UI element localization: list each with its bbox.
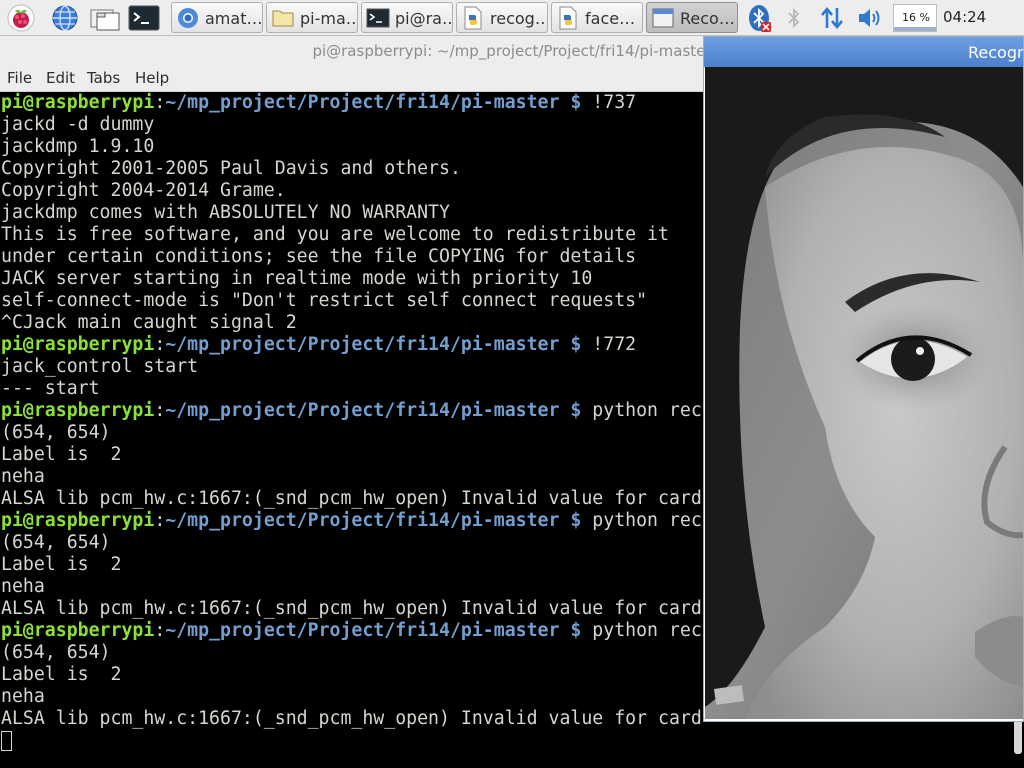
terminal-output-line: Label is 2	[1, 664, 122, 685]
python-file-icon	[464, 6, 482, 30]
folder-icon	[272, 10, 294, 27]
prompt-path: ~/mp_project/Project/fri14/pi-master $	[165, 620, 582, 641]
terminal-output-line: ALSA lib pcm_hw.c:1667:(_snd_pcm_hw_open…	[1, 598, 702, 619]
bluetooth-icon[interactable]	[746, 4, 772, 32]
chromium-icon	[178, 8, 198, 28]
task-label: pi-ma…	[300, 9, 358, 28]
menu-edit[interactable]: Edit	[46, 69, 75, 87]
terminal-prompt-line: pi@raspberrypi:~/mp_project/Project/fri1…	[1, 334, 811, 356]
terminal-output-line: Copyright 2004-2014 Grame.	[1, 180, 286, 201]
prompt-separator: :	[154, 620, 166, 641]
recognizer-window-title: Recognizing Face	[968, 43, 1023, 62]
terminal-output-line: Label is 2	[1, 444, 122, 465]
prompt-user: pi@raspberrypi	[1, 620, 155, 641]
recognizer-titlebar[interactable]: Recognizing Face	[704, 37, 1023, 67]
task-button-recognizer-window[interactable]: Reco…	[646, 2, 738, 33]
terminal-output-line: neha	[1, 576, 45, 597]
task-label: amat…	[205, 9, 263, 28]
task-label: recog…	[490, 9, 548, 28]
menu-file[interactable]: File	[7, 69, 32, 87]
terminal-output-line: (654, 654)	[1, 422, 111, 443]
terminal-output-line: neha	[1, 466, 45, 487]
web-browser-icon[interactable]	[50, 3, 80, 33]
prompt-separator: :	[154, 92, 166, 113]
terminal-output-line: This is free software, and you are welco…	[1, 224, 669, 245]
recognizer-window[interactable]: Recognizing Face	[703, 36, 1024, 722]
prompt-separator: :	[154, 334, 166, 355]
task-label: face…	[585, 9, 636, 28]
terminal-output-line: jackd -d dummy	[1, 114, 155, 135]
terminal-output-line: self-connect-mode is "Don't restrict sel…	[1, 290, 648, 311]
cpu-percent-label: 16 %	[902, 11, 930, 24]
python-file-icon	[559, 6, 577, 30]
terminal-output-line: under certain conditions; see the file C…	[1, 246, 637, 267]
clock[interactable]: 04:24	[943, 8, 986, 26]
volume-icon[interactable]	[856, 4, 886, 32]
prompt-separator: :	[154, 400, 166, 421]
terminal-output-line: ALSA lib pcm_hw.c:1667:(_snd_pcm_hw_open…	[1, 708, 702, 729]
prompt-user: pi@raspberrypi	[1, 92, 155, 113]
network-icon[interactable]	[818, 4, 846, 32]
terminal-input-line[interactable]	[1, 730, 811, 752]
terminal-prompt-line: pi@raspberrypi:~/mp_project/Project/fri1…	[1, 620, 811, 642]
prompt-user: pi@raspberrypi	[1, 400, 155, 421]
prompt-separator: :	[154, 510, 166, 531]
task-button-chromium[interactable]: amat…	[171, 2, 263, 33]
cpu-monitor[interactable]: 16 %	[893, 4, 937, 32]
bluetooth-status-icon[interactable]	[783, 4, 805, 32]
terminal-prompt-line: pi@raspberrypi:~/mp_project/Project/fri1…	[1, 400, 811, 422]
terminal-output-line: neha	[1, 686, 45, 707]
terminal-launcher-icon[interactable]	[128, 3, 160, 33]
raspberry-menu-icon[interactable]	[6, 3, 36, 33]
terminal-output-line: Copyright 2001-2005 Paul Davis and other…	[1, 158, 461, 179]
terminal-text: pi@raspberrypi:~/mp_project/Project/fri1…	[1, 92, 811, 752]
prompt-user: pi@raspberrypi	[1, 334, 155, 355]
file-manager-icon[interactable]	[88, 3, 120, 33]
terminal-output-line: (654, 654)	[1, 532, 111, 553]
terminal-prompt-line: pi@raspberrypi:~/mp_project/Project/fri1…	[1, 510, 811, 532]
task-button-folder[interactable]: pi-ma…	[266, 2, 358, 33]
terminal-output-line: ^CJack main caught signal 2	[1, 312, 297, 333]
prompt-path: ~/mp_project/Project/fri14/pi-master $	[165, 334, 582, 355]
prompt-user: pi@raspberrypi	[1, 510, 155, 531]
terminal-output-line: jackdmp 1.9.10	[1, 136, 155, 157]
window-icon	[652, 8, 674, 28]
terminal-icon	[366, 8, 390, 28]
terminal-output-line: --- start	[1, 378, 100, 399]
prompt-command: !772	[581, 334, 637, 355]
prompt-command: !737	[581, 92, 637, 113]
text-cursor	[1, 731, 12, 751]
terminal-output-line: ALSA lib pcm_hw.c:1667:(_snd_pcm_hw_open…	[1, 488, 702, 509]
task-button-face-script[interactable]: face…	[551, 2, 643, 33]
prompt-path: ~/mp_project/Project/fri14/pi-master $	[165, 510, 582, 531]
terminal-output-line: (654, 654)	[1, 642, 111, 663]
task-label: pi@ra…	[395, 9, 453, 28]
cpu-usage-bar	[894, 26, 936, 31]
taskbar: amat… pi-ma… pi@ra… recog… face… Reco… 1…	[0, 0, 1024, 36]
menu-help[interactable]: Help	[135, 69, 169, 87]
face-image	[705, 67, 1023, 719]
terminal-output-line: JACK server starting in realtime mode wi…	[1, 268, 593, 289]
task-button-recognizer-script[interactable]: recog…	[456, 2, 548, 33]
task-label: Reco…	[680, 9, 735, 28]
terminal-prompt-line: pi@raspberrypi:~/mp_project/Project/fri1…	[1, 92, 811, 114]
task-button-terminal[interactable]: pi@ra…	[361, 2, 453, 33]
prompt-path: ~/mp_project/Project/fri14/pi-master $	[165, 400, 582, 421]
terminal-output-line: jackdmp comes with ABSOLUTELY NO WARRANT…	[1, 202, 450, 223]
menu-tabs[interactable]: Tabs	[87, 69, 120, 87]
terminal-output-line: jack_control start	[1, 356, 199, 377]
terminal-output-line: Label is 2	[1, 554, 122, 575]
prompt-path: ~/mp_project/Project/fri14/pi-master $	[165, 92, 582, 113]
